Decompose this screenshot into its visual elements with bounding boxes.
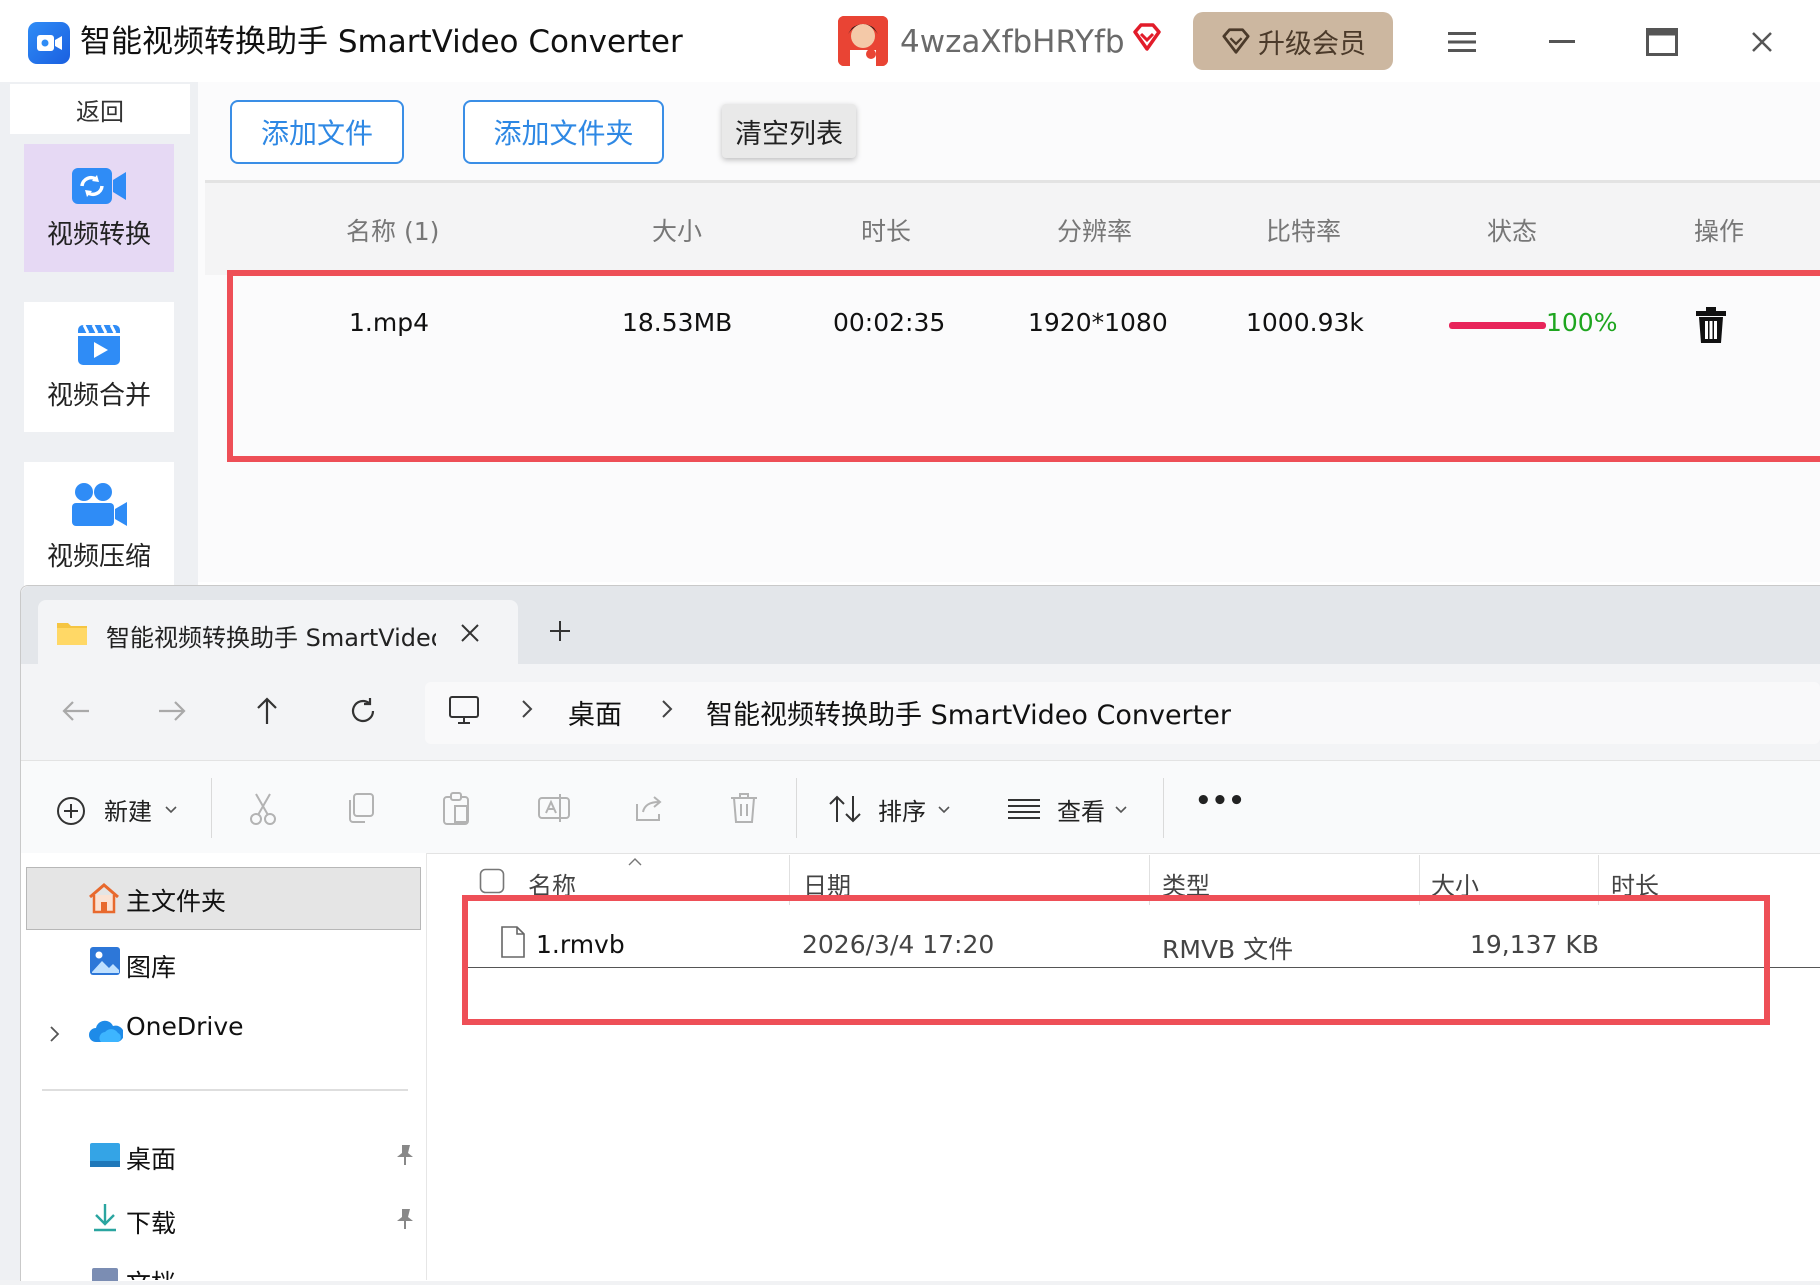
up-nav-button[interactable] — [247, 688, 287, 734]
view-button-label: 查看 — [1057, 798, 1105, 826]
select-all-checkbox[interactable] — [479, 868, 505, 898]
arrow-right-icon — [159, 701, 186, 721]
plus-circle-icon — [56, 796, 86, 830]
new-button-label: 新建 — [104, 798, 152, 826]
chevron-right-icon[interactable] — [48, 1024, 62, 1048]
nav-item-documents[interactable]: 文档 — [126, 1264, 176, 1280]
hamburger-menu-icon — [1448, 32, 1476, 52]
chevron-down-icon — [1114, 800, 1128, 819]
column-header-action: 操作 — [1694, 217, 1745, 246]
column-header-size: 大小 — [652, 217, 703, 246]
column-header-duration: 时长 — [861, 217, 912, 246]
video-convert-icon — [72, 167, 126, 204]
sidebar-item-video-merge[interactable]: 视频合并 — [24, 302, 174, 432]
chevron-down-icon — [937, 800, 951, 819]
add-file-button[interactable]: 添加文件 — [230, 100, 404, 164]
chevron-down-icon — [164, 800, 178, 819]
nav-item-gallery[interactable]: 图库 — [126, 948, 176, 984]
toolbar-divider — [211, 778, 212, 838]
refresh-icon — [351, 698, 375, 723]
nav-item-downloads[interactable]: 下载 — [126, 1204, 176, 1240]
forward-nav-button[interactable] — [152, 688, 192, 734]
highlight-box — [462, 895, 1770, 1025]
sidebar-item-label: 视频压缩 — [46, 541, 151, 572]
new-tab-button[interactable] — [548, 612, 572, 652]
sort-ascending-icon — [627, 852, 643, 871]
share-icon[interactable] — [633, 792, 665, 828]
breadcrumb-separator-icon — [520, 696, 534, 726]
upgrade-vip-button[interactable]: 升级会员 — [1193, 12, 1393, 70]
arrow-left-icon — [62, 701, 89, 721]
onedrive-icon — [87, 1020, 124, 1048]
close-button[interactable] — [1740, 20, 1784, 64]
rename-icon[interactable] — [537, 792, 571, 828]
vip-diamond-icon — [1222, 28, 1250, 54]
view-list-icon — [1007, 798, 1041, 824]
user-avatar[interactable] — [838, 16, 888, 66]
arrow-up-icon — [257, 697, 277, 724]
sidebar-item-label: 视频转换 — [46, 219, 151, 250]
menu-button[interactable] — [1440, 20, 1484, 64]
table-header — [205, 183, 1820, 275]
paste-icon[interactable] — [441, 792, 471, 830]
close-icon — [1752, 32, 1772, 52]
tab-close-button[interactable] — [460, 616, 480, 651]
cut-icon[interactable] — [248, 792, 278, 830]
sort-button-label: 排序 — [878, 798, 926, 826]
column-header-status: 状态 — [1487, 217, 1538, 246]
computer-icon — [448, 694, 480, 730]
gallery-icon — [89, 946, 121, 980]
nav-item-desktop[interactable]: 桌面 — [126, 1140, 176, 1176]
column-header-resolution: 分辨率 — [1057, 217, 1133, 246]
clear-list-button[interactable]: 清空列表 — [722, 104, 856, 158]
sort-icon — [828, 794, 862, 828]
breadcrumb-separator-icon — [660, 696, 674, 726]
column-header-name: 名称 (1) — [346, 217, 440, 246]
delete-icon[interactable] — [729, 792, 759, 828]
desktop-folder-icon — [89, 1142, 121, 1172]
copy-icon[interactable] — [345, 792, 375, 828]
app-title: 智能视频转换助手 SmartVideo Converter — [80, 24, 683, 60]
nav-item-label: 主文件夹 — [126, 887, 227, 916]
nav-divider — [42, 1089, 408, 1091]
video-merge-icon — [78, 323, 120, 365]
refresh-button[interactable] — [343, 688, 383, 734]
highlight-box — [227, 270, 1820, 462]
title-bar: 智能视频转换助手 SmartVideo Converter 4wzaXfbHRY… — [0, 0, 1820, 83]
close-icon — [461, 624, 479, 642]
sidebar-item-video-compress[interactable]: 视频压缩 — [24, 462, 174, 592]
explorer-tab-title: 智能视频转换助手 SmartVideo Converter — [106, 624, 436, 652]
plus-icon — [550, 621, 570, 641]
sidebar-item-video-convert[interactable]: 视频转换 — [24, 144, 174, 272]
download-icon — [91, 1202, 119, 1236]
video-compress-icon — [72, 482, 127, 526]
back-button[interactable]: 返回 — [10, 84, 190, 134]
username: 4wzaXfbHRYfb — [900, 24, 1125, 60]
toolbar-divider — [1163, 778, 1164, 838]
maximize-icon — [1646, 28, 1678, 56]
breadcrumb-desktop[interactable]: 桌面 — [568, 693, 622, 732]
more-options-button[interactable]: ••• — [1195, 786, 1245, 816]
home-icon — [87, 882, 121, 918]
column-header-bitrate: 比特率 — [1266, 217, 1342, 246]
nav-item-onedrive[interactable]: OneDrive — [126, 1012, 244, 1041]
upgrade-label: 升级会员 — [1258, 28, 1366, 60]
breadcrumb-current-folder[interactable]: 智能视频转换助手 SmartVideo Converter — [706, 693, 1231, 732]
sidebar-item-label: 视频合并 — [46, 380, 151, 411]
vip-diamond-icon — [1130, 20, 1164, 58]
app-logo-icon — [28, 22, 70, 64]
documents-icon — [91, 1266, 119, 1285]
pin-icon[interactable] — [395, 1208, 415, 1234]
back-nav-button[interactable] — [56, 688, 96, 734]
folder-icon — [56, 620, 88, 650]
toolbar-divider — [796, 778, 797, 838]
minimize-button[interactable] — [1540, 20, 1584, 64]
minimize-icon — [1549, 40, 1575, 43]
add-folder-button[interactable]: 添加文件夹 — [463, 100, 664, 164]
maximize-button[interactable] — [1640, 20, 1684, 64]
pin-icon[interactable] — [395, 1144, 415, 1170]
